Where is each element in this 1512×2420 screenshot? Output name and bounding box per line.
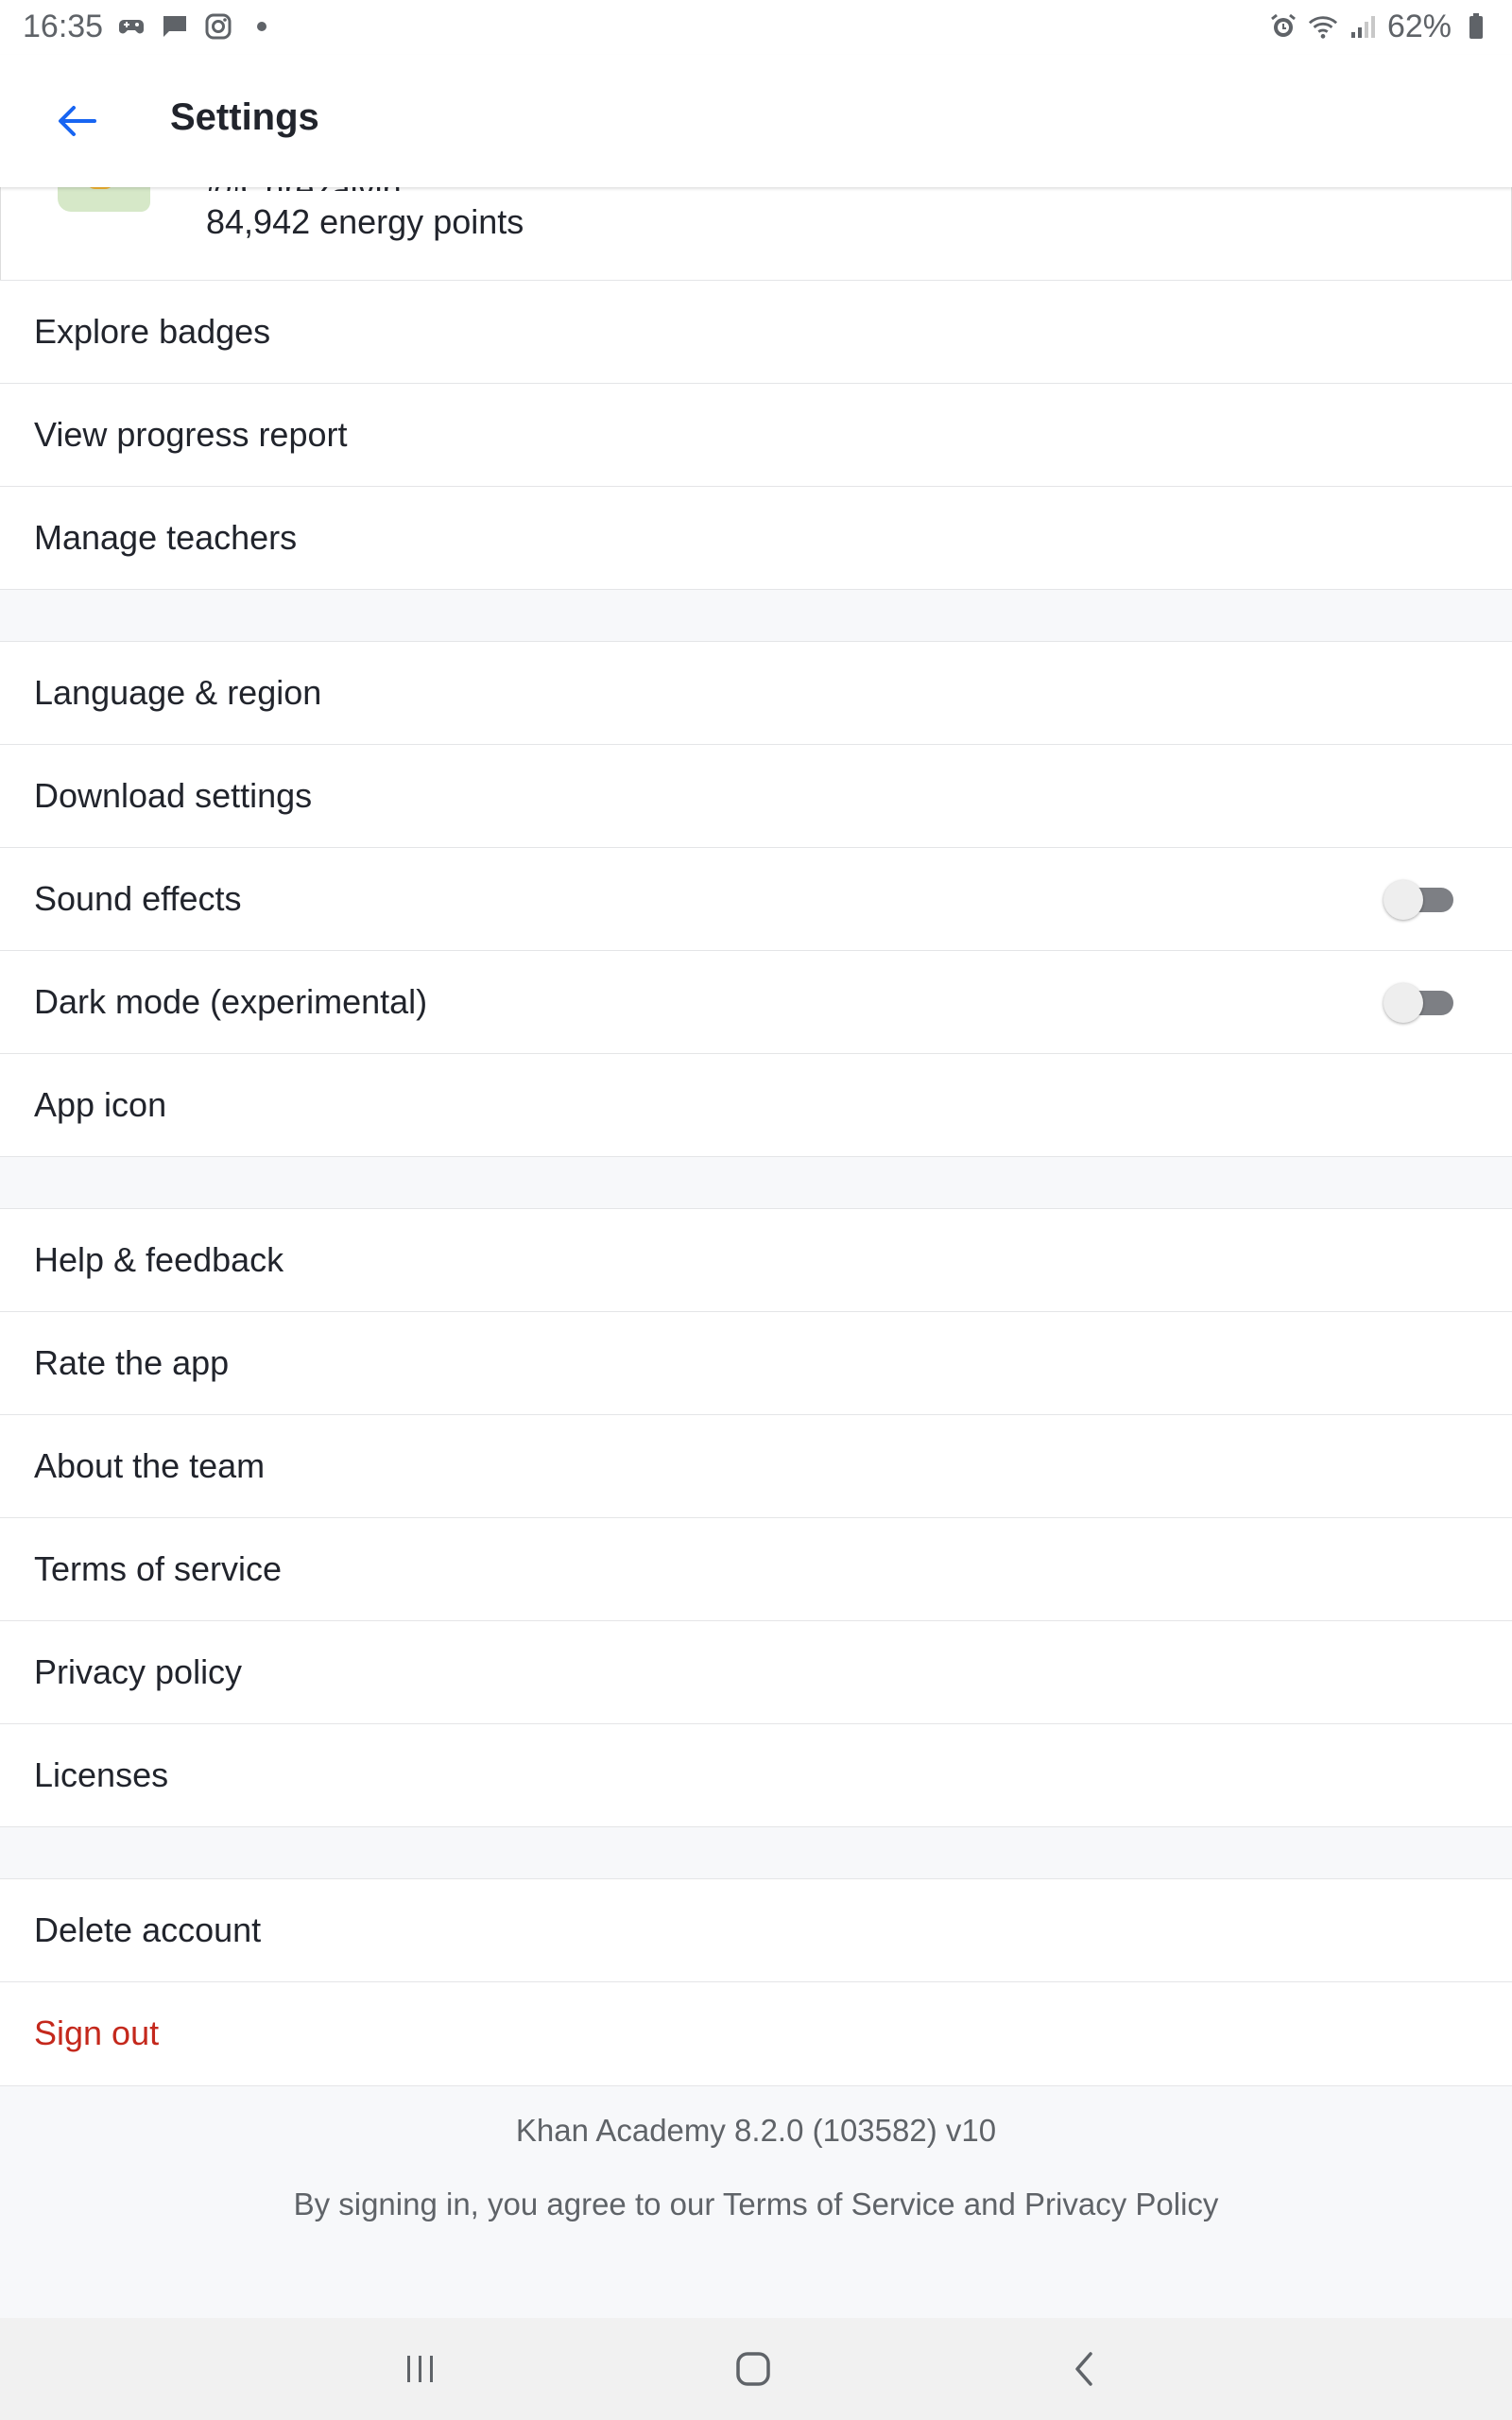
item-label: Licenses <box>34 1755 169 1794</box>
item-label: Language & region <box>34 673 322 712</box>
status-time: 16:35 <box>23 8 104 44</box>
terms-of-service-item[interactable]: Terms of service <box>0 1517 1512 1620</box>
view-progress-report-item[interactable]: View progress report <box>0 383 1512 486</box>
battery-icon <box>1461 8 1491 45</box>
item-label: Dark mode (experimental) <box>34 982 428 1021</box>
page-title: Settings <box>170 96 319 138</box>
app-bar: Settings <box>0 55 1512 187</box>
recent-apps-button[interactable] <box>383 2341 458 2397</box>
section-divider <box>0 1826 1512 1878</box>
rate-app-item[interactable]: Rate the app <box>0 1311 1512 1414</box>
toggle-knob <box>1383 983 1423 1023</box>
back-chevron-icon <box>1075 2352 1092 2386</box>
instagram-icon <box>203 8 233 45</box>
item-label: Download settings <box>34 776 313 815</box>
message-icon <box>160 8 190 45</box>
settings-list: Explore badges View progress report Mana… <box>0 280 1512 2084</box>
wifi-icon <box>1308 8 1338 45</box>
item-label: Rate the app <box>34 1343 230 1382</box>
section-divider <box>0 1156 1512 1208</box>
arrow-left-icon <box>59 106 96 136</box>
explore-badges-item[interactable]: Explore badges <box>0 280 1512 383</box>
recent-apps-icon <box>407 2356 433 2382</box>
item-label: Sign out <box>34 2014 160 2052</box>
item-label: Explore badges <box>34 312 271 351</box>
sign-out-item[interactable]: Sign out <box>0 1981 1512 2084</box>
dot-icon <box>247 8 277 45</box>
status-left: 16:35 <box>23 8 277 45</box>
game-controller-icon <box>116 8 146 45</box>
dark-mode-toggle[interactable] <box>1383 983 1455 1023</box>
item-label: About the team <box>34 1446 266 1485</box>
alarm-icon <box>1268 8 1298 45</box>
item-label: Manage teachers <box>34 518 298 557</box>
sound-effects-item: Sound effects <box>0 847 1512 950</box>
licenses-item[interactable]: Licenses <box>0 1723 1512 1826</box>
agreement-text: By signing in, you agree to our Terms of… <box>293 2187 1219 2221</box>
privacy-policy-item[interactable]: Privacy policy <box>0 1620 1512 1723</box>
download-settings-item[interactable]: Download settings <box>0 744 1512 847</box>
profile-card[interactable]: @Chrezalvin 84,942 energy points <box>0 169 1512 280</box>
home-icon <box>736 2352 770 2386</box>
nav-back-button[interactable] <box>1046 2341 1122 2397</box>
home-button[interactable] <box>715 2341 791 2397</box>
footer: Khan Academy 8.2.0 (103582) v10 By signi… <box>0 2085 1512 2319</box>
status-right: 62% <box>1268 8 1491 45</box>
dark-mode-item: Dark mode (experimental) <box>0 950 1512 1053</box>
delete-account-item[interactable]: Delete account <box>0 1878 1512 1981</box>
about-team-item[interactable]: About the team <box>0 1414 1512 1517</box>
item-label: Terms of service <box>34 1549 283 1588</box>
item-label: Delete account <box>34 1910 262 1949</box>
section-divider <box>0 589 1512 641</box>
system-nav-bar <box>0 2318 1512 2420</box>
signal-icon <box>1348 8 1378 45</box>
item-label: Sound effects <box>34 879 242 918</box>
battery-percent: 62% <box>1386 8 1452 44</box>
app-version: Khan Academy 8.2.0 (103582) v10 <box>515 2113 997 2148</box>
app-icon-item[interactable]: App icon <box>0 1053 1512 1156</box>
language-region-item[interactable]: Language & region <box>0 641 1512 744</box>
back-button[interactable] <box>47 91 108 151</box>
toggle-knob <box>1383 880 1423 920</box>
status-bar: 16:35 62% <box>0 0 1512 55</box>
item-label: Help & feedback <box>34 1240 284 1279</box>
item-label: Privacy policy <box>34 1652 243 1691</box>
energy-points: 84,942 energy points <box>206 202 524 241</box>
item-label: View progress report <box>34 415 348 454</box>
item-label: App icon <box>34 1085 167 1124</box>
help-feedback-item[interactable]: Help & feedback <box>0 1208 1512 1311</box>
manage-teachers-item[interactable]: Manage teachers <box>0 486 1512 589</box>
sound-effects-toggle[interactable] <box>1383 880 1455 920</box>
